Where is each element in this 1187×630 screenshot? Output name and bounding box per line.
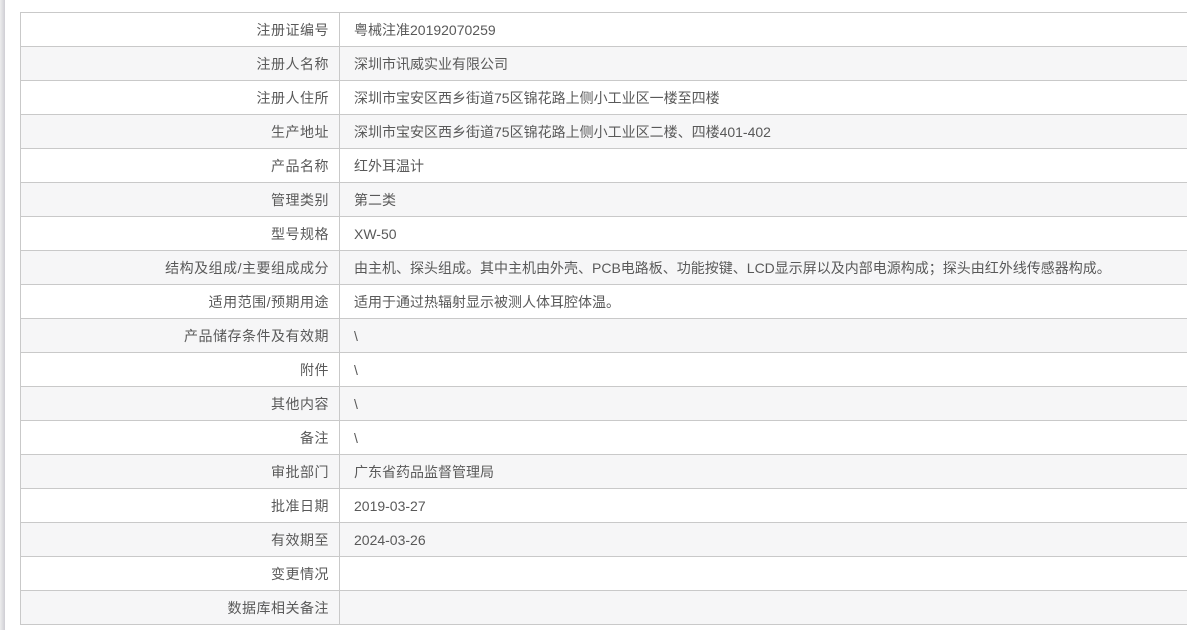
table-row: 产品储存条件及有效期 \ — [21, 319, 1187, 353]
row-label: 备注 — [21, 421, 340, 454]
row-value: 红外耳温计 — [354, 157, 424, 174]
row-label: 结构及组成/主要组成成分 — [21, 251, 340, 284]
table-row: 注册人名称 深圳市讯威实业有限公司 — [21, 47, 1187, 81]
row-value: 适用于通过热辐射显示被测人体耳腔体温。 — [354, 293, 620, 310]
row-label: 变更情况 — [21, 557, 340, 590]
table-row: 型号规格 XW-50 — [21, 217, 1187, 251]
table-row: 适用范围/预期用途 适用于通过热辐射显示被测人体耳腔体温。 — [21, 285, 1187, 319]
table-row: 附件 \ — [21, 353, 1187, 387]
table-row: 有效期至 2024-03-26 — [21, 523, 1187, 557]
row-label: 附件 — [21, 353, 340, 386]
row-value: \ — [354, 361, 358, 378]
row-value: 2019-03-27 — [354, 497, 426, 514]
row-label: 审批部门 — [21, 455, 340, 488]
table-row: 批准日期 2019-03-27 — [21, 489, 1187, 523]
table-row: 审批部门 广东省药品监督管理局 — [21, 455, 1187, 489]
row-value: \ — [354, 429, 358, 446]
row-value — [340, 591, 1187, 624]
table-row: 变更情况 — [21, 557, 1187, 591]
table-row: 注册证编号 粤械注准20192070259 — [21, 13, 1187, 47]
table-row: 数据库相关备注 — [21, 591, 1187, 625]
table-row: 备注 \ — [21, 421, 1187, 455]
row-label: 有效期至 — [21, 523, 340, 556]
row-label: 适用范围/预期用途 — [21, 285, 340, 318]
row-value: 深圳市宝安区西乡街道75区锦花路上侧小工业区二楼、四楼401-402 — [354, 123, 771, 140]
page-edge-strip — [0, 0, 5, 630]
row-value: 深圳市讯威实业有限公司 — [354, 55, 508, 72]
row-label: 产品储存条件及有效期 — [21, 319, 340, 352]
row-label: 管理类别 — [21, 183, 340, 216]
row-label: 型号规格 — [21, 217, 340, 250]
row-value: XW-50 — [354, 225, 397, 242]
row-value — [340, 557, 1187, 590]
table-row: 产品名称 红外耳温计 — [21, 149, 1187, 183]
table-row: 结构及组成/主要组成成分 由主机、探头组成。其中主机由外壳、PCB电路板、功能按… — [21, 251, 1187, 285]
row-value: 粤械注准20192070259 — [354, 21, 496, 38]
row-label: 批准日期 — [21, 489, 340, 522]
row-value: \ — [354, 395, 358, 412]
row-value: \ — [354, 327, 358, 344]
row-label: 注册证编号 — [21, 13, 340, 46]
table-row: 管理类别 第二类 — [21, 183, 1187, 217]
row-value: 2024-03-26 — [354, 531, 426, 548]
row-label: 注册人住所 — [21, 81, 340, 114]
registration-record-table: 注册证编号 粤械注准20192070259 注册人名称 深圳市讯威实业有限公司 … — [20, 12, 1187, 625]
row-label: 其他内容 — [21, 387, 340, 420]
table-row: 注册人住所 深圳市宝安区西乡街道75区锦花路上侧小工业区一楼至四楼 — [21, 81, 1187, 115]
row-label: 数据库相关备注 — [21, 591, 340, 624]
table-row: 其他内容 \ — [21, 387, 1187, 421]
row-label: 注册人名称 — [21, 47, 340, 80]
row-value: 深圳市宝安区西乡街道75区锦花路上侧小工业区一楼至四楼 — [354, 89, 720, 106]
row-value: 第二类 — [354, 191, 396, 208]
row-value: 广东省药品监督管理局 — [354, 463, 494, 480]
row-label: 生产地址 — [21, 115, 340, 148]
row-label: 产品名称 — [21, 149, 340, 182]
row-value: 由主机、探头组成。其中主机由外壳、PCB电路板、功能按键、LCD显示屏以及内部电… — [354, 259, 1111, 276]
table-row: 生产地址 深圳市宝安区西乡街道75区锦花路上侧小工业区二楼、四楼401-402 — [21, 115, 1187, 149]
